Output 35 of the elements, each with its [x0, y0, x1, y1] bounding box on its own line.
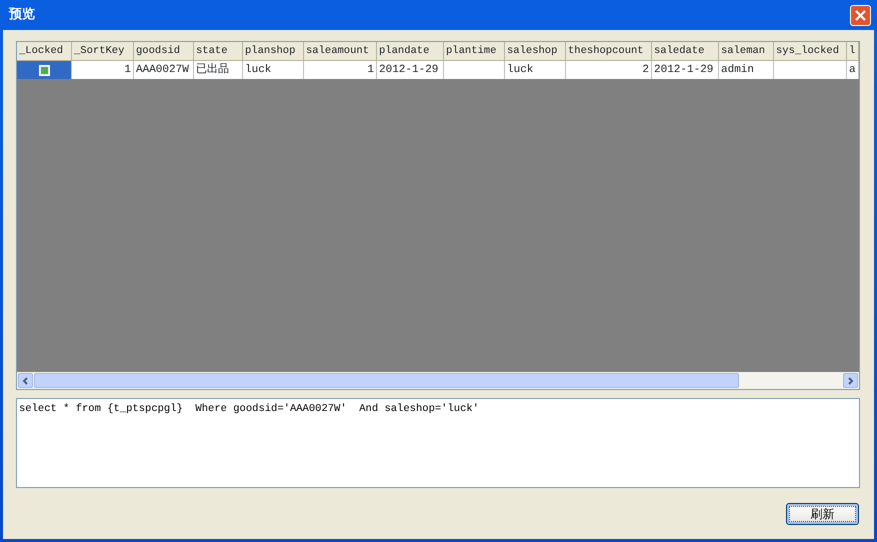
column-header[interactable]: plandate [377, 42, 444, 61]
column-header[interactable]: planshop [243, 42, 304, 61]
scroll-right-button[interactable] [843, 373, 858, 388]
table-cell: luck [243, 61, 304, 79]
table-cell: admin [719, 61, 774, 79]
horizontal-scrollbar[interactable] [17, 372, 859, 389]
column-header[interactable]: _Locked [17, 42, 72, 61]
table-cell: 2 [566, 61, 652, 79]
refresh-button[interactable]: 刷新 [786, 503, 859, 525]
column-header[interactable]: theshopcount [566, 42, 652, 61]
sql-field[interactable]: select * from {t_ptspcpgl} Where goodsid='AAA0027W' And saleshop='luck' [16, 398, 860, 488]
scroll-thumb[interactable] [34, 373, 739, 388]
table-cell: 1 [72, 61, 134, 79]
close-icon [854, 8, 867, 22]
column-header[interactable]: saleamount [304, 42, 377, 61]
scroll-left-button[interactable] [18, 373, 33, 388]
table-cell: luck [505, 61, 566, 79]
table-cell: 已出品 [194, 61, 243, 79]
column-header[interactable]: saleshop [505, 42, 566, 61]
column-header[interactable]: goodsid [134, 42, 194, 61]
table-cell: a [847, 61, 859, 79]
table-cell: 2012-1-29 [377, 61, 444, 79]
window-title: 预览 [9, 6, 35, 24]
column-header[interactable]: saledate [652, 42, 719, 61]
close-button[interactable] [850, 4, 871, 26]
table-cell: 1 [304, 61, 377, 79]
column-header[interactable]: saleman [719, 42, 774, 61]
column-header[interactable]: state [194, 42, 243, 61]
table-cell: AAA0027W [134, 61, 194, 79]
column-header[interactable]: plantime [444, 42, 505, 61]
column-header[interactable]: sys_locked [774, 42, 847, 61]
table-cell: 2012-1-29 [652, 61, 719, 79]
column-header[interactable]: l [847, 42, 859, 61]
checkbox[interactable] [38, 64, 50, 76]
column-header[interactable]: _SortKey [72, 42, 134, 61]
